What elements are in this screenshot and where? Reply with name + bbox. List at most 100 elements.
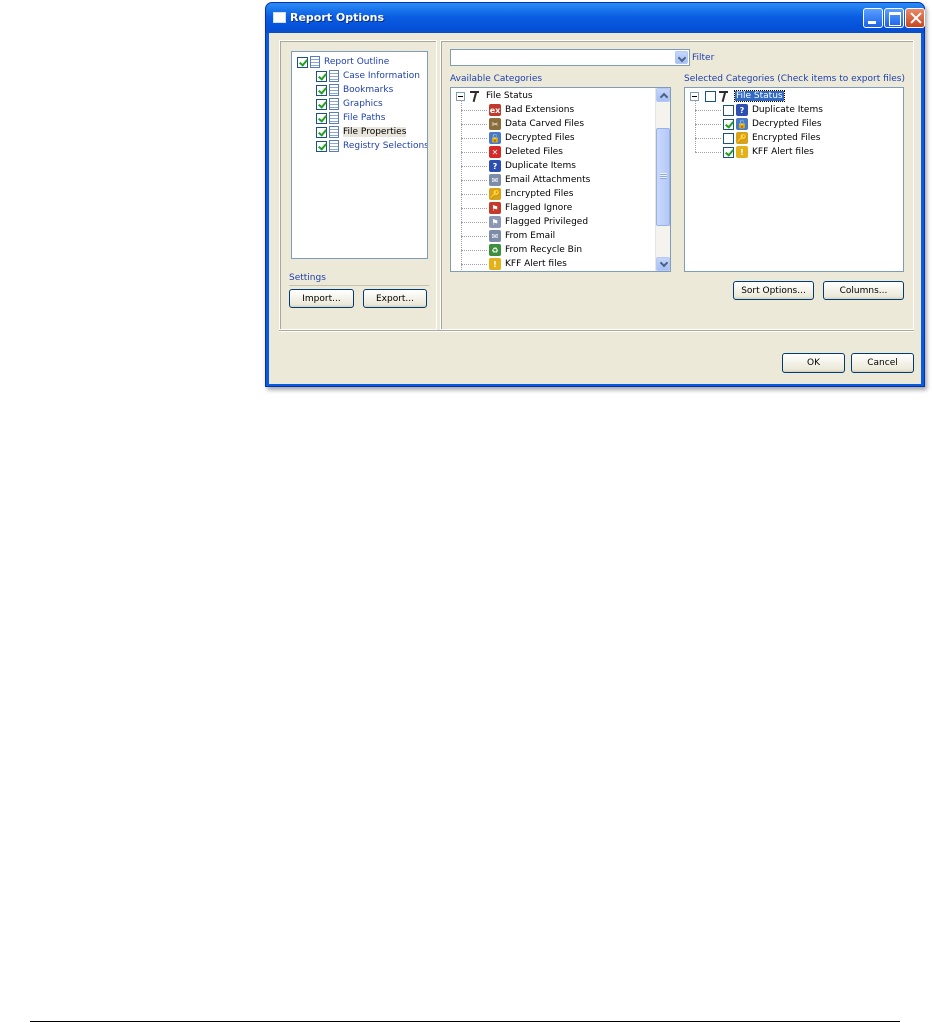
export-button[interactable]: Export... [363,289,427,308]
outline-item-label: Case Information [343,71,420,81]
category-label: Encrypted Files [505,189,574,199]
vertical-scrollbar[interactable] [655,88,670,271]
tree-branch [461,263,487,265]
available-category-item[interactable]: 🔑 Encrypted Files [461,187,573,201]
kff-alert-icon: ! [489,258,501,270]
from-email-icon: ✉ [489,230,501,242]
encrypted-file-icon: 🔑 [736,132,748,144]
selected-categories-tree[interactable]: File Status? Duplicate Items 🔓 Decrypted Fi… [684,87,904,272]
available-category-item[interactable]: 🔓 Decrypted Files [461,131,575,145]
outline-item[interactable]: File Paths [316,111,385,125]
flagged-ignore-icon: ⚑ [489,202,501,214]
tree-branch [461,179,487,181]
available-category-item[interactable]: ⚑ Flagged Ignore [461,201,572,215]
dialog-client-area: Report Outline Case Information Bookmarks G… [269,33,921,384]
outline-checkbox[interactable] [316,70,327,82]
outline-item[interactable]: Report Outline [297,55,389,69]
selected-category-item[interactable]: ! KFF Alert files [695,145,814,159]
category-label: Encrypted Files [752,133,821,143]
category-label: Deleted Files [505,147,563,157]
tree-branch [461,249,487,251]
chevron-down-icon[interactable] [675,51,688,64]
outline-checkbox[interactable] [316,84,327,96]
available-category-item[interactable]: ! KFF Alert files [461,257,567,271]
scroll-down-button[interactable] [656,257,670,271]
available-root-label: File Status [486,91,533,101]
root-checkbox[interactable] [705,90,716,102]
document-icon [329,126,339,138]
title-bar[interactable]: Report Options [266,3,925,33]
categories-panel: Filter Available Categories File Status e… [440,40,914,330]
tree-branch [461,193,487,195]
file-status-icon [718,90,731,103]
tree-branch [695,109,721,111]
columns-button[interactable]: Columns... [823,281,904,300]
category-label: Flagged Privileged [505,217,589,227]
scroll-up-button[interactable] [656,88,670,102]
filter-label: Filter [692,53,715,63]
scroll-thumb[interactable] [656,128,670,226]
tree-branch [695,137,721,139]
tree-branch [695,123,721,125]
available-category-item[interactable]: ? Duplicate Items [461,159,576,173]
selected-category-item[interactable]: 🔓 Decrypted Files [695,117,822,131]
outline-checkbox[interactable] [316,140,327,152]
report-outline-tree[interactable]: Report Outline Case Information Bookmarks G… [291,51,428,259]
available-categories-tree[interactable]: File Status ex Bad Extensions ✂ Data Carved … [450,87,671,272]
selected-root-label: File Status [734,90,785,102]
maximize-button[interactable] [884,8,904,28]
outline-checkbox[interactable] [297,56,308,68]
available-categories-label: Available Categories [450,74,543,84]
tree-branch [461,235,487,237]
page-footer-rule [30,1021,900,1022]
selected-root-node[interactable]: File Status [690,89,785,103]
outline-item[interactable]: Registry Selections [316,139,427,153]
available-category-item[interactable]: ex Bad Extensions [461,103,574,117]
file-status-icon [469,90,482,103]
report-options-window: Report Options Report Outline Case Inform… [265,2,925,387]
outline-item[interactable]: Case Information [316,69,420,83]
import-button[interactable]: Import... [289,289,354,308]
category-checkbox[interactable] [723,118,734,130]
sort-options-button[interactable]: Sort Options... [733,281,814,300]
category-label: KFF Alert files [752,147,814,157]
document-icon [329,70,339,82]
outline-checkbox[interactable] [316,112,327,124]
close-button[interactable] [905,8,925,28]
available-category-item[interactable]: ⚑ Flagged Privileged [461,215,588,229]
outline-item-label: File Properties [343,127,407,137]
filter-combobox[interactable] [450,49,690,66]
available-category-item[interactable]: ✕ Deleted Files [461,145,563,159]
document-icon [329,112,339,124]
tree-branch [461,151,487,153]
tree-branch [461,165,487,167]
window-title: Report Options [290,11,385,24]
outline-checkbox[interactable] [316,126,327,138]
document-icon [310,56,320,68]
tree-branch [461,123,487,125]
available-category-item[interactable]: ♻ From Recycle Bin [461,243,582,257]
available-category-item[interactable]: ✉ From Email [461,229,555,243]
available-category-item[interactable]: ✉ Email Attachments [461,173,590,187]
document-icon [329,98,339,110]
category-checkbox[interactable] [723,132,734,144]
category-label: Bad Extensions [505,105,575,115]
selected-category-item[interactable]: ? Duplicate Items [695,103,823,117]
available-root-node[interactable]: File Status [456,89,533,103]
ok-button[interactable]: OK [782,353,845,373]
category-label: Duplicate Items [505,161,576,171]
category-label: Decrypted Files [752,119,822,129]
minimize-button[interactable] [863,8,883,28]
flagged-privileged-icon: ⚑ [489,216,501,228]
available-category-item[interactable]: ✂ Data Carved Files [461,117,584,131]
cancel-button[interactable]: Cancel [851,353,914,373]
outline-panel: Report Outline Case Information Bookmarks G… [279,40,437,330]
outline-item[interactable]: File Properties [316,125,407,139]
outline-item[interactable]: Bookmarks [316,83,393,97]
category-checkbox[interactable] [723,104,734,116]
outline-item[interactable]: Graphics [316,97,383,111]
outline-checkbox[interactable] [316,98,327,110]
document-icon [329,84,339,96]
category-checkbox[interactable] [723,146,734,158]
selected-category-item[interactable]: 🔑 Encrypted Files [695,131,820,145]
